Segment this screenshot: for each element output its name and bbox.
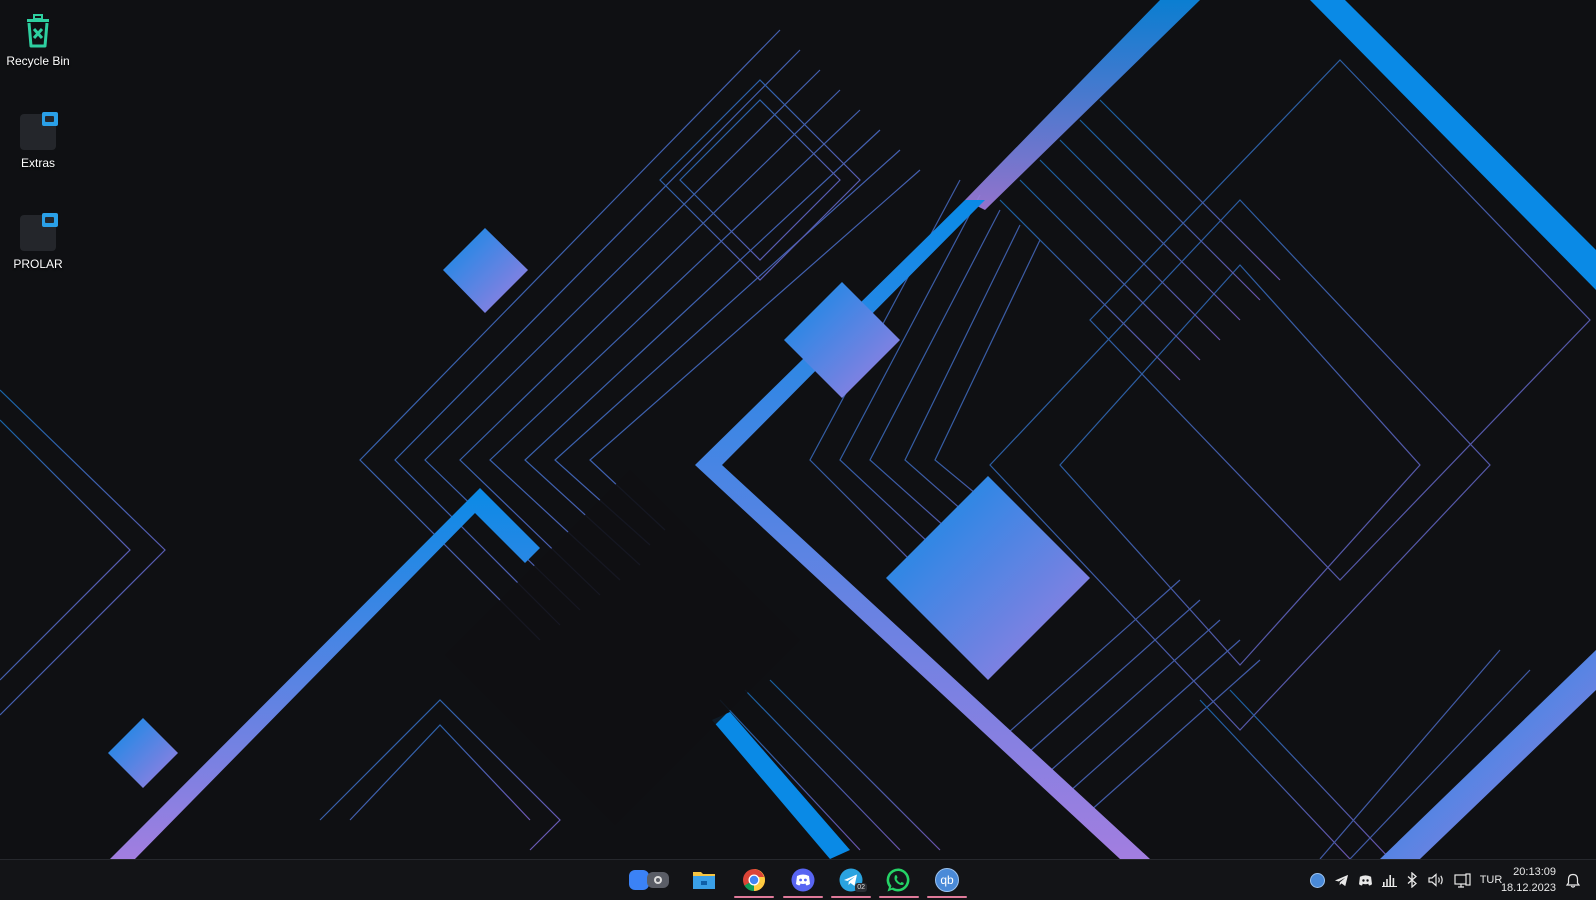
taskbar-discord-button[interactable]	[783, 860, 823, 900]
desktop-icon-label: Extras	[20, 156, 55, 170]
running-indicator	[927, 896, 967, 898]
taskbar-task-view-button[interactable]	[626, 860, 672, 900]
tray-qbittorrent[interactable]	[1306, 860, 1328, 900]
bell-icon	[1566, 873, 1580, 888]
folder-icon	[18, 112, 58, 152]
unread-badge: 02	[855, 883, 867, 892]
desktop-icon-recycle-bin[interactable]: Recycle Bin	[0, 10, 76, 68]
recycle-bin-icon	[18, 10, 58, 50]
display-icon	[1453, 872, 1471, 888]
taskbar-chrome-button[interactable]	[734, 860, 774, 900]
tray-notifications[interactable]	[1560, 860, 1586, 900]
network-activity-icon	[1381, 875, 1397, 887]
tray-telegram[interactable]	[1330, 860, 1352, 900]
taskbar: 02 qb TUR 20:13:09 18.12.2023	[0, 859, 1596, 900]
telegram-tray-icon	[1334, 874, 1348, 886]
tray-discord[interactable]	[1354, 860, 1376, 900]
volume-icon	[1427, 873, 1443, 887]
file-explorer-icon	[693, 872, 715, 889]
tray-clock[interactable]: 20:13:09 18.12.2023	[1492, 864, 1556, 896]
qbittorrent-icon-label: qb	[940, 873, 954, 887]
discord-icon	[791, 868, 815, 892]
desktop-icon-label: PROLAR	[13, 257, 63, 271]
taskbar-whatsapp-button[interactable]	[879, 860, 919, 900]
bluetooth-icon	[1407, 872, 1417, 888]
taskbar-file-explorer-button[interactable]	[684, 860, 724, 900]
tray-volume[interactable]	[1424, 860, 1448, 900]
taskbar-telegram-button[interactable]: 02	[831, 860, 871, 900]
qbittorrent-icon: qb	[935, 868, 959, 892]
running-indicator	[783, 896, 823, 898]
task-view-icon	[629, 870, 669, 890]
folder-icon	[18, 213, 58, 253]
taskbar-qbittorrent-button[interactable]: qb	[927, 860, 967, 900]
running-indicator	[831, 896, 871, 898]
desktop-icon-label: Recycle Bin	[6, 54, 70, 68]
desktop-icon-extras[interactable]: Extras	[0, 112, 76, 170]
tray-network-activity[interactable]	[1378, 860, 1400, 900]
running-indicator	[734, 896, 774, 898]
clock-time: 20:13:09	[1513, 866, 1556, 878]
whatsapp-icon	[886, 868, 910, 892]
tray-bluetooth[interactable]	[1402, 860, 1422, 900]
tray-display[interactable]	[1450, 860, 1474, 900]
clock-date: 18.12.2023	[1500, 882, 1556, 894]
desktop-icon-prolar[interactable]: PROLAR	[0, 213, 76, 271]
running-indicator	[879, 896, 919, 898]
desktop-wallpaper	[0, 0, 1596, 859]
qbittorrent-tray-icon	[1309, 872, 1325, 888]
discord-tray-icon	[1358, 874, 1372, 885]
chrome-icon	[743, 869, 765, 891]
